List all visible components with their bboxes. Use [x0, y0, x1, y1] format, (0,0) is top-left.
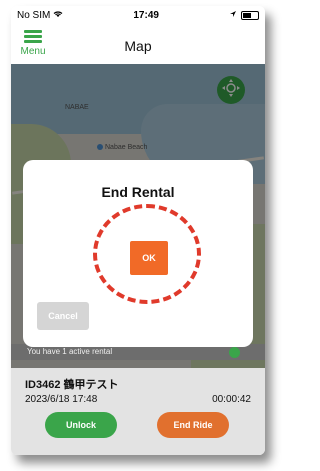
rental-id: ID3462 鶴甲テスト: [25, 379, 119, 391]
carrier-text: No SIM: [17, 9, 51, 21]
end-rental-dialog: End Rental OK Cancel: [23, 160, 253, 347]
battery-icon: [240, 10, 259, 20]
navbar: Menu Map: [11, 24, 265, 64]
status-right: [229, 10, 259, 21]
rental-info: ID3462 鶴甲テスト 2023/6/18 17:48 00:00:42: [25, 376, 251, 405]
page-title: Map: [124, 38, 152, 54]
status-bar: No SIM 17:49: [11, 6, 265, 24]
rental-datetime: 2023/6/18 17:48: [25, 394, 98, 405]
clock: 17:49: [133, 9, 159, 21]
location-arrow-icon: [229, 10, 237, 21]
dialog-title: End Rental: [101, 184, 175, 200]
ok-button[interactable]: OK: [130, 241, 168, 275]
status-left: No SIM: [17, 10, 63, 21]
active-rental-text: You have 1 active rental: [27, 347, 113, 356]
status-indicator-dot: [229, 347, 240, 358]
rental-time-row: 2023/6/18 17:48 00:00:42: [25, 394, 251, 405]
end-ride-button[interactable]: End Ride: [157, 412, 229, 438]
unlock-button[interactable]: Unlock: [45, 412, 117, 438]
cancel-button[interactable]: Cancel: [37, 302, 89, 330]
rental-card: ID3462 鶴甲テスト 2023/6/18 17:48 00:00:42 Un…: [11, 368, 265, 455]
phone-screen: No SIM 17:49 Menu Map NABAE Nabae Beach …: [11, 6, 265, 455]
rental-duration: 00:00:42: [212, 394, 251, 405]
wifi-icon: [53, 10, 63, 21]
